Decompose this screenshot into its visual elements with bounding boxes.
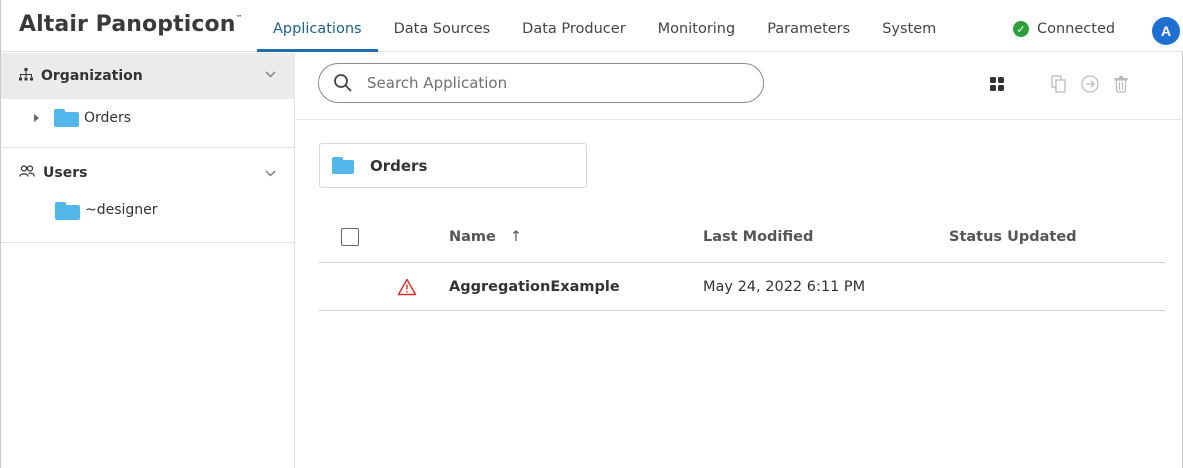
search-input[interactable] xyxy=(367,74,727,92)
search-box[interactable] xyxy=(318,63,764,103)
column-name-label: Name xyxy=(449,229,496,245)
hierarchy-icon xyxy=(19,67,33,85)
table-header: Name ↑ Last Modified Status Updated xyxy=(319,212,1165,263)
move-icon[interactable] xyxy=(1079,73,1101,95)
row-last-modified: May 24, 2022 6:11 PM xyxy=(703,278,866,295)
applications-table: Name ↑ Last Modified Status Updated Aggr… xyxy=(319,212,1165,311)
tab-parameters[interactable]: Parameters xyxy=(751,0,866,52)
search-icon xyxy=(334,74,352,92)
users-section-header[interactable]: Users xyxy=(1,148,294,198)
tab-system[interactable]: System xyxy=(866,0,952,52)
app-window: Altair Panopticon™ Applications Data Sou… xyxy=(0,0,1183,468)
organization-section-header[interactable]: Organization xyxy=(1,53,294,99)
chevron-down-icon[interactable] xyxy=(265,67,276,81)
sort-up-icon[interactable]: ↑ xyxy=(510,229,522,245)
breadcrumb[interactable]: Orders xyxy=(319,143,587,188)
tree-item-designer[interactable]: ~designer xyxy=(1,198,294,234)
organization-label: Organization xyxy=(41,68,143,84)
tab-data-producer[interactable]: Data Producer xyxy=(506,0,641,52)
row-name[interactable]: AggregationExample xyxy=(449,263,620,310)
tree-item-label: Orders xyxy=(84,110,132,126)
warning-icon xyxy=(397,263,417,310)
top-bar: Altair Panopticon™ Applications Data Sou… xyxy=(1,0,1183,52)
divider xyxy=(1,242,294,243)
toolbar xyxy=(296,53,1183,120)
folder-icon xyxy=(332,157,354,174)
check-circle-icon: ✓ xyxy=(1013,21,1029,37)
tab-applications[interactable]: Applications xyxy=(257,0,378,52)
column-header-last-modified[interactable]: Last Modified xyxy=(703,212,813,262)
tab-data-sources[interactable]: Data Sources xyxy=(378,0,507,52)
logo-trademark: ™ xyxy=(235,14,243,22)
select-all-checkbox[interactable] xyxy=(341,228,359,246)
sidebar: Organization Orders Users ~designer xyxy=(1,53,295,468)
column-last-modified-label: Last Modified xyxy=(703,229,814,245)
main-nav: Applications Data Sources Data Producer … xyxy=(257,0,952,52)
grid-view-icon[interactable] xyxy=(986,73,1008,95)
column-status-updated-label: Status Updated xyxy=(949,229,1077,245)
caret-right-icon[interactable] xyxy=(34,114,39,122)
column-header-name[interactable]: Name ↑ xyxy=(449,212,522,262)
column-header-status-updated[interactable]: Status Updated xyxy=(949,212,1077,262)
logo-text: Altair Panopticon xyxy=(19,12,236,37)
table-row[interactable]: AggregationExample May 24, 2022 6:11 PM xyxy=(319,263,1165,311)
tree-item-orders[interactable]: Orders xyxy=(1,99,294,137)
users-icon xyxy=(19,165,35,181)
app-logo[interactable]: Altair Panopticon™ xyxy=(19,12,243,37)
connection-status: ✓ Connected xyxy=(1013,0,1115,52)
tree-item-label: ~designer xyxy=(85,202,158,218)
trash-icon[interactable] xyxy=(1110,73,1132,95)
users-label: Users xyxy=(43,165,88,181)
user-avatar[interactable]: A xyxy=(1152,17,1180,45)
connection-status-label: Connected xyxy=(1037,21,1116,37)
tab-monitoring[interactable]: Monitoring xyxy=(642,0,752,52)
folder-icon xyxy=(54,109,79,127)
copy-icon[interactable] xyxy=(1048,73,1070,95)
breadcrumb-folder-label: Orders xyxy=(370,156,428,175)
select-all-checkbox-cell xyxy=(341,212,359,262)
toolbar-actions xyxy=(986,73,1132,95)
folder-icon xyxy=(55,202,80,220)
chevron-down-icon[interactable] xyxy=(265,166,276,180)
